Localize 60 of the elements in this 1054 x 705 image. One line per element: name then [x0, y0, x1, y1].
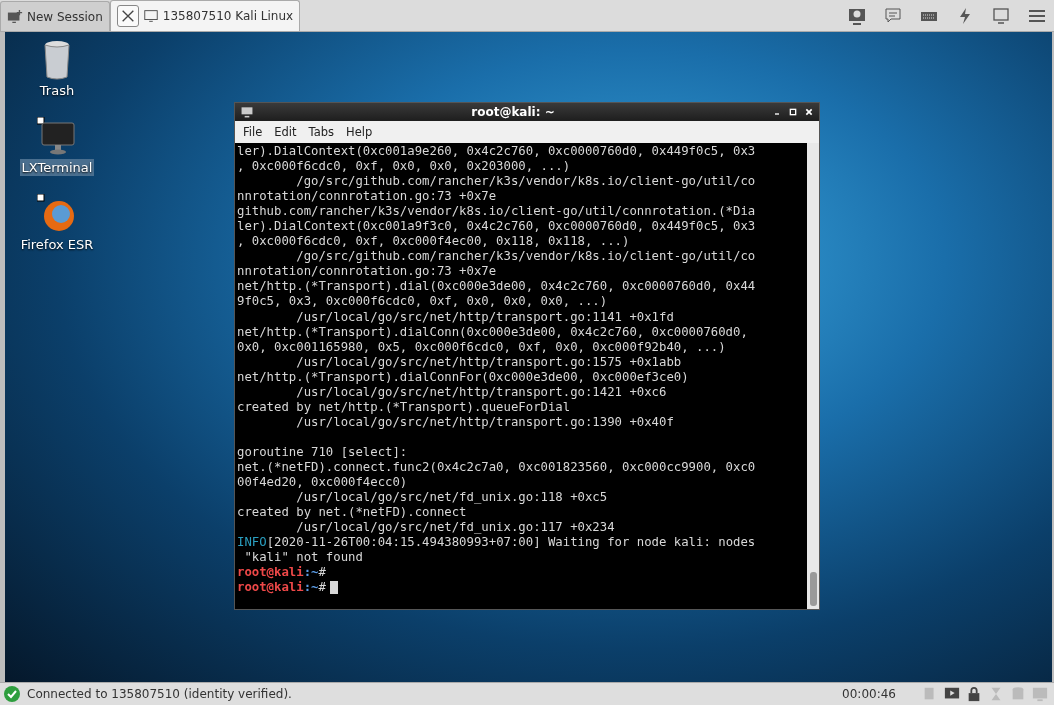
scrollbar[interactable]: [807, 143, 819, 609]
terminal-line: , 0xc000f6cdc0, 0xf, 0xc000f4ec00, 0x118, 0x118, ...): [237, 234, 631, 250]
terminal-line: goroutine 710 [select]:: [237, 444, 409, 460]
terminal-line: 9f0c5, 0x3, 0xc000f6cdc0, 0xf, 0x0, 0x0, 0x0, ...): [237, 294, 609, 310]
terminal-line: net/http.(*Transport).dialConnFor(0xc000e3de00, 0xc000ef3ce0): [237, 369, 690, 385]
terminal-line: /usr/local/go/src/net/fd_unix.go:118 +0xc5: [295, 490, 609, 506]
monitor-icon: [239, 105, 255, 119]
desktop-icon-label[interactable]: LXTerminal: [19, 159, 95, 176]
monitor-plus-icon: [7, 8, 23, 25]
padlock-icon: [966, 686, 982, 702]
monitor-icon: [1032, 686, 1048, 702]
terminal-line: ler).DialContext(0xc001a9f3c0, 0x4c2c760, 0xc0000760d0, 0x449f0c5, 0x3: [237, 219, 757, 235]
shell-prompt: root@kali:~#: [237, 565, 326, 580]
close-icon[interactable]: [803, 106, 815, 118]
terminal-line: "kali" not found: [243, 550, 364, 566]
terminal-line: /go/src/github.com/rancher/k3s/vendor/k8s.io/client-go/util/co: [295, 249, 757, 265]
maximize-icon[interactable]: [787, 106, 799, 118]
chat-icon[interactable]: [884, 7, 902, 25]
session-tab[interactable]: New Session: [0, 1, 110, 31]
terminal-line: /usr/local/go/src/net/http/transport.go:1575 +0x1abb: [295, 354, 683, 370]
terminal-line: net/http.(*Transport).dialConn(0xc000e3de00, 0x4c2c760, 0xc0000760d0,: [237, 324, 749, 340]
terminal-line: , 0xc000f6cdc0, 0xf, 0x0, 0x0, 0x203000, ...): [237, 159, 572, 175]
session-timer: 00:00:46: [842, 687, 896, 701]
trash-can-icon[interactable]: [42, 40, 72, 80]
desktop-icon-label[interactable]: Firefox ESR: [18, 236, 96, 253]
scrollbar-thumb[interactable]: [810, 572, 817, 606]
connection-status: Connected to 135807510 (identity verified).: [27, 687, 292, 701]
menu-item[interactable]: Tabs: [304, 123, 338, 141]
terminal-line: /usr/local/go/src/net/http/transport.go:1141 +0x1fd: [295, 309, 675, 325]
menu-item[interactable]: Edit: [270, 123, 301, 141]
database-icon: [1010, 686, 1026, 702]
terminal-line: net.(*netFD).connect.func2(0x4c2c7a0, 0xc001823560, 0xc000cc9900, 0xc0: [237, 460, 757, 476]
terminal-line: /go/src/github.com/rancher/k3s/vendor/k8s.io/client-go/util/co: [295, 174, 757, 190]
terminal-line: net/http.(*Transport).dial(0xc000e3de00, 0x4c2c760, 0xc0000760d0, 0x44: [237, 279, 757, 295]
shell-prompt: root@kali:~#: [237, 580, 326, 595]
terminal-line: ler).DialContext(0xc001a9e260, 0x4c2c760, 0xc0000760d0, 0x449f0c5, 0x3: [237, 144, 757, 160]
desktop-icon-label[interactable]: Trash: [37, 82, 77, 99]
window-title: root@kali: ~: [470, 105, 556, 119]
terminal-line: created by net.(*netFD).connect: [237, 505, 468, 521]
monitor-icon[interactable]: [992, 7, 1010, 25]
terminal-line: created by net/http.(*Transport).queueForDial: [237, 399, 572, 415]
monitor-icon: [142, 8, 159, 24]
terminal-line: nnrotation/connrotation.go:73 +0x7e: [237, 264, 498, 280]
terminal-line: /usr/local/go/src/net/http/transport.go:1421 +0xc6: [295, 384, 668, 400]
terminal-line: 00f4ed20, 0xc000f4ecc0): [237, 475, 409, 491]
session-tab[interactable]: 135807510 Kali Linux: [109, 0, 301, 31]
screen-share-icon[interactable]: [848, 7, 866, 25]
terminal-line: nnrotation/connrotation.go:73 +0x7e: [237, 189, 498, 205]
menu-icon[interactable]: [1028, 7, 1046, 25]
terminal-line: 0x0, 0xc001165980, 0x5, 0xc000f6cdc0, 0xf, 0x0, 0xc000f92b40, ...): [237, 339, 727, 355]
close-button[interactable]: [116, 5, 139, 27]
menu-item[interactable]: File: [239, 123, 267, 141]
terminal-line: github.com/rancher/k3s/vendor/k8s.io/client-go/util/connrotation.(*Dia: [237, 204, 757, 220]
terminal-line: INFO[2020-11-26T00:04:15.494380993+07:00] Waiting for node kali: nodes: [237, 535, 757, 551]
check-circle-icon: [3, 685, 21, 703]
terminal-line: /usr/local/go/src/net/fd_unix.go:117 +0x234: [295, 520, 616, 536]
monitor-icon[interactable]: [37, 117, 77, 157]
menu-item[interactable]: Help: [342, 123, 377, 141]
text-cursor: [329, 581, 338, 595]
terminal-line: /usr/local/go/src/net/http/transport.go:1390 +0x40f: [295, 414, 675, 430]
